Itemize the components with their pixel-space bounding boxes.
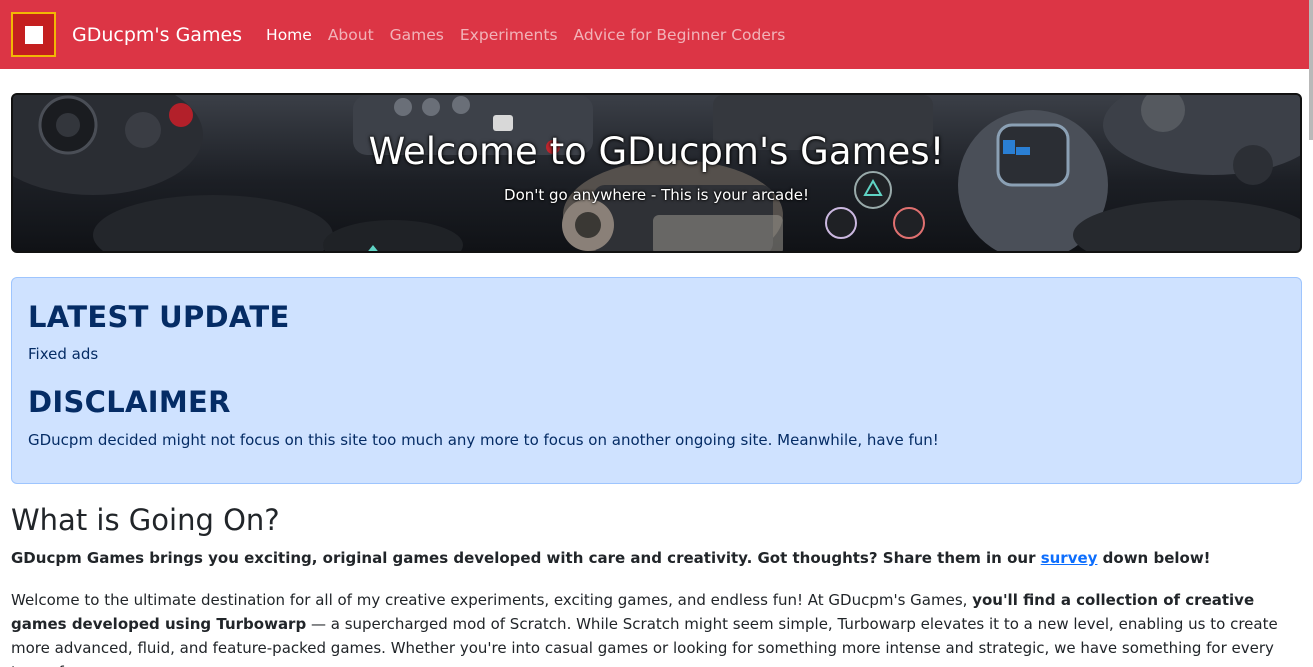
nav-link-home[interactable]: Home	[258, 26, 320, 44]
nav-link-experiments[interactable]: Experiments	[452, 26, 566, 44]
survey-link[interactable]: survey	[1041, 549, 1098, 567]
game-controllers-image	[13, 95, 1300, 251]
intro-lead: GDucpm Games brings you exciting, origin…	[11, 549, 1211, 567]
lead-text-before: GDucpm Games brings you exciting, origin…	[11, 549, 1041, 567]
hero-banner: Welcome to GDucpm's Games! Don't go anyw…	[11, 93, 1302, 253]
nav-link-advice[interactable]: Advice for Beginner Coders	[566, 26, 794, 44]
nav-link-games[interactable]: Games	[382, 26, 452, 44]
page-scrollbar[interactable]	[1309, 0, 1313, 140]
section-title: What is Going On?	[11, 503, 280, 537]
disclaimer-heading: DISCLAIMER	[28, 385, 231, 419]
latest-update-heading: LATEST UPDATE	[28, 300, 290, 334]
site-logo[interactable]	[11, 12, 56, 57]
nav-links: Home About Games Experiments Advice for …	[258, 26, 793, 44]
update-alert: LATEST UPDATE Fixed ads DISCLAIMER GDucp…	[11, 277, 1302, 484]
hero-subtitle: Don't go anywhere - This is your arcade!	[504, 186, 809, 204]
hero-title: Welcome to GDucpm's Games!	[368, 130, 945, 173]
logo-square-icon	[24, 25, 43, 44]
latest-update-text: Fixed ads	[28, 345, 99, 363]
lead-text-after: down below!	[1097, 549, 1211, 567]
top-navbar: GDucpm's Games Home About Games Experime…	[0, 0, 1313, 69]
brand-name[interactable]: GDucpm's Games	[72, 24, 242, 46]
welcome-paragraph: Welcome to the ultimate destination for …	[11, 588, 1296, 667]
disclaimer-text: GDucpm decided might not focus on this s…	[28, 431, 939, 449]
nav-link-about[interactable]: About	[320, 26, 382, 44]
para-text-1: Welcome to the ultimate destination for …	[11, 591, 973, 609]
